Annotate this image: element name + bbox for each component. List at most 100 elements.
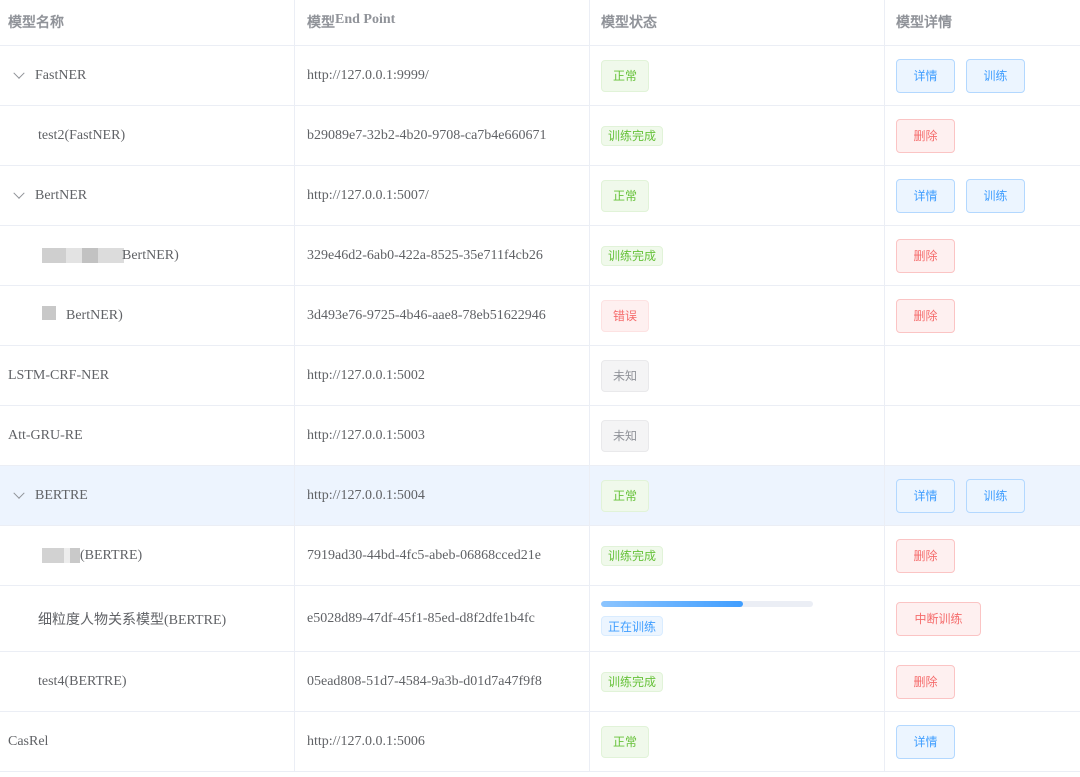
train-button[interactable]: 训练 (966, 178, 1025, 213)
table-row[interactable]: BertNER http://127.0.0.1:5007/ 正常 详情 训练 (0, 166, 1080, 226)
model-name-cell: BertNER) (0, 226, 295, 285)
progress-bar (601, 601, 813, 607)
details-button[interactable]: 详情 (896, 178, 955, 213)
endpoint: e5028d89-47df-45f1-85ed-d8f2dfe1b4fc (295, 586, 590, 651)
table-row[interactable]: (BERTRE) 7919ad30-44bd-4fc5-abeb-06868cc… (0, 526, 1080, 586)
model-name: (BERTRE) (80, 547, 143, 563)
details-button[interactable]: 详情 (896, 724, 955, 759)
status-cell: 错误 (590, 286, 885, 345)
header-endpoint-bold: End Point (335, 12, 396, 27)
model-name: 细粒度人物关系模型(BERTRE) (0, 586, 295, 651)
actions-cell: 中断训练 (885, 586, 1080, 651)
status-badge: 正常 (601, 479, 649, 512)
endpoint: http://127.0.0.1:5003 (295, 406, 590, 465)
delete-button[interactable]: 删除 (896, 238, 955, 273)
actions-cell (885, 346, 1080, 405)
status-cell: 训练完成 (590, 526, 885, 585)
model-name: FastNER (35, 67, 87, 83)
details-button[interactable]: 详情 (896, 478, 955, 513)
model-name-cell: (BERTRE) (0, 526, 295, 585)
status-badge: 训练完成 (601, 545, 664, 566)
model-name: test4(BERTRE) (0, 652, 295, 711)
model-name: BertNER (35, 187, 88, 203)
chevron-down-icon[interactable] (13, 187, 25, 199)
actions-cell: 删除 (885, 226, 1080, 285)
status-badge: 正常 (601, 59, 649, 92)
table-row[interactable]: Att-GRU-RE http://127.0.0.1:5003 未知 (0, 406, 1080, 466)
status-badge: 正常 (601, 179, 649, 212)
model-name: test2(FastNER) (0, 106, 295, 165)
train-button[interactable]: 训练 (966, 58, 1025, 93)
redacted-block (42, 548, 80, 563)
model-name: BERTRE (35, 487, 88, 503)
delete-button[interactable]: 删除 (896, 538, 955, 573)
model-name: LSTM-CRF-NER (0, 346, 295, 405)
endpoint: http://127.0.0.1:5002 (295, 346, 590, 405)
header-status: 模型状态 (590, 0, 885, 45)
endpoint: b29089e7-32b2-4b20-9708-ca7b4e660671 (295, 106, 590, 165)
table-row[interactable]: CasRel http://127.0.0.1:5006 正常 详情 (0, 712, 1080, 772)
chevron-down-icon[interactable] (13, 67, 25, 79)
table-row[interactable]: BertNER) 3d493e76-9725-4b46-aae8-78eb516… (0, 286, 1080, 346)
actions-cell (885, 406, 1080, 465)
actions-cell: 删除 (885, 286, 1080, 345)
delete-button[interactable]: 删除 (896, 664, 955, 699)
endpoint: 05ead808-51d7-4584-9a3b-d01d7a47f9f8 (295, 652, 590, 711)
status-badge: 未知 (601, 359, 649, 392)
actions-cell: 详情 训练 (885, 46, 1080, 105)
status-cell: 正常 (590, 712, 885, 771)
header-model-name: 模型名称 (0, 0, 295, 45)
table-row[interactable]: 细粒度人物关系模型(BERTRE) e5028d89-47df-45f1-85e… (0, 586, 1080, 652)
delete-button[interactable]: 删除 (896, 298, 955, 333)
status-badge: 训练完成 (601, 245, 664, 266)
table-row[interactable]: FastNER http://127.0.0.1:9999/ 正常 详情 训练 (0, 46, 1080, 106)
actions-cell: 删除 (885, 652, 1080, 711)
table-row[interactable]: BertNER) 329e46d2-6ab0-422a-8525-35e711f… (0, 226, 1080, 286)
table-row[interactable]: LSTM-CRF-NER http://127.0.0.1:5002 未知 (0, 346, 1080, 406)
endpoint: http://127.0.0.1:5006 (295, 712, 590, 771)
actions-cell: 删除 (885, 106, 1080, 165)
train-button[interactable]: 训练 (966, 478, 1025, 513)
delete-button[interactable]: 删除 (896, 118, 955, 153)
status-badge: 错误 (601, 299, 649, 332)
table-row-selected[interactable]: BERTRE http://127.0.0.1:5004 正常 详情 训练 (0, 466, 1080, 526)
endpoint: 329e46d2-6ab0-422a-8525-35e711f4cb26 (295, 226, 590, 285)
model-name-cell: BERTRE (0, 466, 295, 525)
details-button[interactable]: 详情 (896, 58, 955, 93)
table-row[interactable]: test2(FastNER) b29089e7-32b2-4b20-9708-c… (0, 106, 1080, 166)
status-cell: 正常 (590, 166, 885, 225)
status-badge: 训练完成 (601, 125, 664, 146)
status-cell: 正在训练 (590, 586, 885, 651)
model-name-cell: BertNER) (0, 286, 295, 345)
header-details: 模型详情 (896, 14, 952, 30)
stop-training-button[interactable]: 中断训练 (896, 601, 981, 636)
model-name: Att-GRU-RE (0, 406, 295, 465)
status-badge: 正在训练 (601, 616, 664, 636)
models-table: 模型名称 模型 End Point 模型状态 模型详情 FastNER http… (0, 0, 1080, 772)
model-name: BertNER) (122, 247, 179, 263)
model-name: BertNER) (66, 307, 123, 323)
status-cell: 训练完成 (590, 106, 885, 165)
training-progress: 正在训练 (601, 601, 813, 636)
table-row[interactable]: test4(BERTRE) 05ead808-51d7-4584-9a3b-d0… (0, 652, 1080, 712)
header-endpoint-prefix: 模型 (307, 14, 335, 30)
model-name-cell: FastNER (0, 46, 295, 105)
progress-fill (601, 601, 744, 607)
model-name-cell: BertNER (0, 166, 295, 225)
chevron-down-icon[interactable] (13, 487, 25, 499)
status-cell: 正常 (590, 466, 885, 525)
actions-cell: 删除 (885, 526, 1080, 585)
actions-cell: 详情 训练 (885, 166, 1080, 225)
status-cell: 训练完成 (590, 226, 885, 285)
actions-cell: 详情 (885, 712, 1080, 771)
endpoint: http://127.0.0.1:9999/ (295, 46, 590, 105)
status-cell: 未知 (590, 406, 885, 465)
endpoint: http://127.0.0.1:5004 (295, 466, 590, 525)
status-badge: 未知 (601, 419, 649, 452)
status-cell: 未知 (590, 346, 885, 405)
status-badge: 训练完成 (601, 671, 664, 692)
redacted-block (42, 305, 56, 320)
endpoint: 7919ad30-44bd-4fc5-abeb-06868cced21e (295, 526, 590, 585)
status-cell: 训练完成 (590, 652, 885, 711)
model-name: CasRel (0, 712, 295, 771)
